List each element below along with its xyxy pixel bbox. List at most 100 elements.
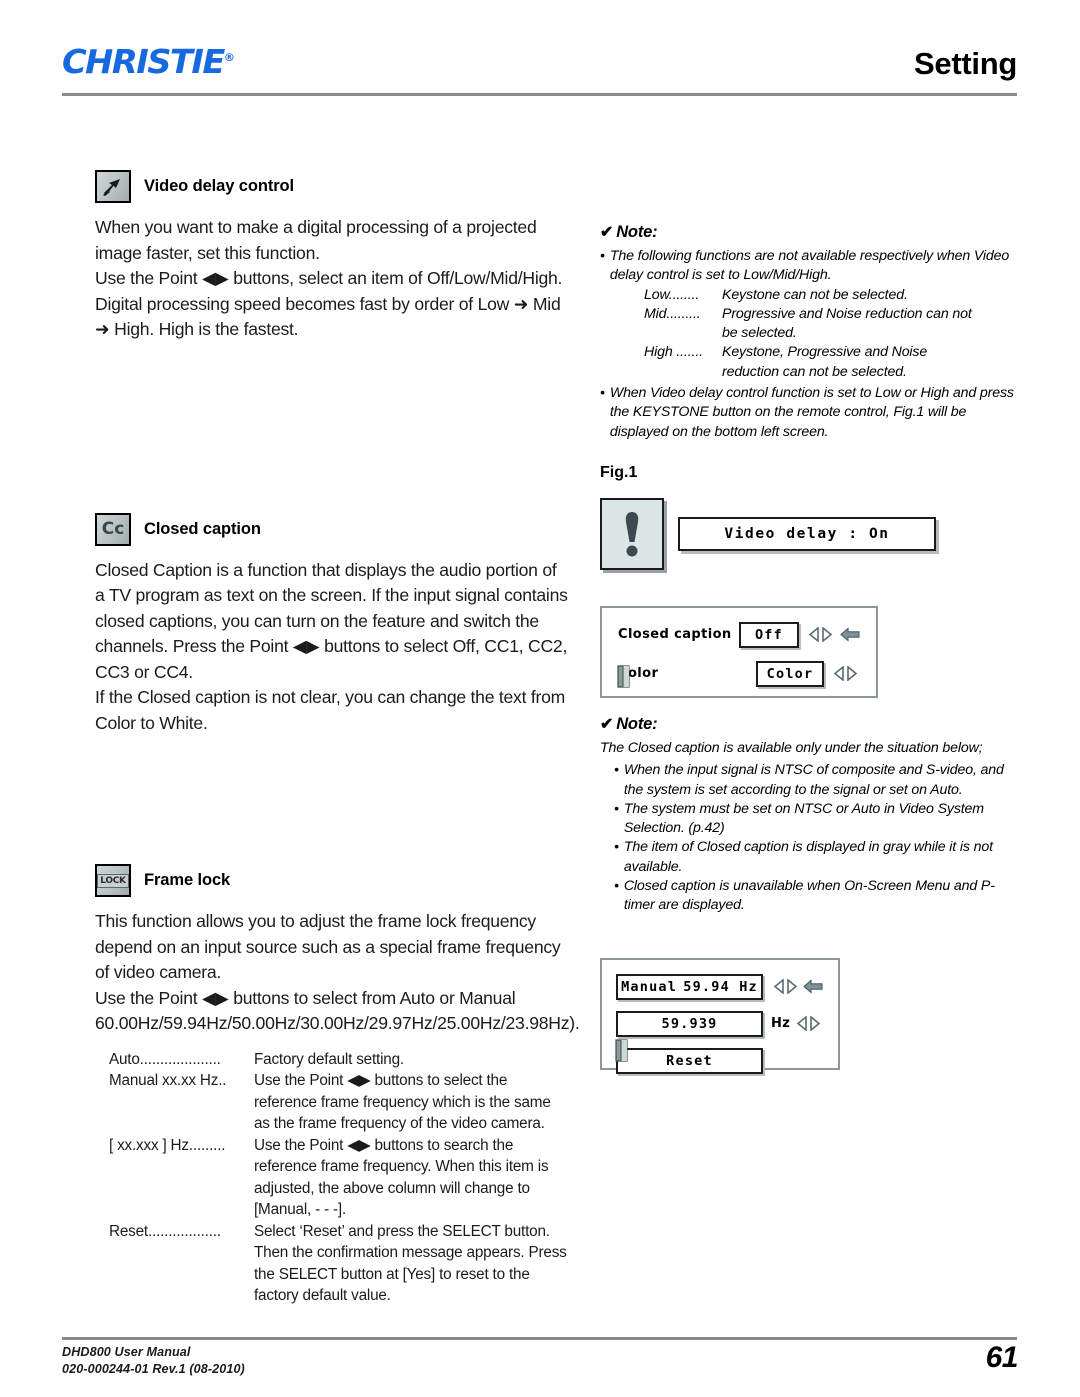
note-block-closed-caption: ✔ Note: The Closed caption is available o… — [600, 714, 1020, 916]
figure-1-content: Video delay : On — [600, 497, 1020, 570]
definition-desc: Select ‘Reset’ and press the SELECT butt… — [254, 1222, 567, 1305]
bullet-icon: • — [600, 385, 605, 402]
note-sub-key: Mid......... — [644, 305, 701, 322]
note-heading: ✔ Note: — [600, 714, 1020, 734]
paragraph: This function allows you to adjust the f… — [95, 911, 561, 982]
section-title-video-delay: Video delay control — [144, 177, 295, 195]
definition-desc: Use the Point ◀▶ buttons to select the r… — [254, 1072, 551, 1132]
back-arrow-glyph[interactable] — [840, 627, 860, 643]
note-list-item: • Closed caption is unavailable when On-… — [614, 877, 1020, 916]
back-arrow-icon[interactable] — [803, 979, 823, 994]
note-title-text: Note: — [616, 714, 658, 733]
note-sub-value: Progressive and Noise reduction can not — [722, 305, 972, 322]
left-right-arrows-icon[interactable] — [833, 666, 858, 682]
footer-text: DHD800 User Manual 020-000244-01 Rev.1 (… — [62, 1344, 245, 1378]
header-divider — [62, 93, 1017, 96]
term-text: Reset — [109, 1222, 148, 1240]
arrow-left-icon[interactable] — [833, 666, 845, 682]
note-list-item: • The following functions are not availa… — [600, 247, 1020, 286]
osd-reset-button[interactable]: Reset — [616, 1047, 763, 1074]
frame-lock-icon: LOCK — [95, 864, 131, 897]
osd-row-manual[interactable]: Manual 59.94 Hz — [616, 973, 824, 1000]
term-text: [ xx.xxx ] Hz — [109, 1136, 189, 1154]
note-sub-value: Keystone, Progressive and Noise — [722, 344, 928, 361]
paragraph: Digital processing speed becomes fast by… — [95, 293, 561, 340]
definition-item: Manual xx.xx Hz.. Use the Point ◀▶ butto… — [109, 1070, 570, 1135]
exclamation-icon — [600, 497, 664, 570]
book-icon[interactable] — [614, 1039, 631, 1062]
osd-label-closed-caption: Closed caption — [618, 627, 732, 643]
footer-divider — [62, 1337, 1017, 1340]
definition-desc: Factory default setting. — [254, 1050, 404, 1068]
left-column: Video delay control When you want to mak… — [95, 170, 580, 1307]
leader-dots: ......... — [188, 1136, 226, 1154]
arrow-left-icon[interactable] — [773, 979, 785, 995]
back-arrow-glyph[interactable] — [803, 979, 823, 994]
leader-dots: .. — [218, 1072, 227, 1089]
osd-value-closed-caption[interactable]: Off — [738, 621, 799, 648]
closed-caption-icon: Cc — [95, 512, 131, 546]
paragraph: Use the Point ◀▶ buttons to select from … — [95, 987, 580, 1034]
section-video-delay-control: Video delay control When you want to mak… — [95, 170, 570, 343]
note-list-item: • When Video delay control function is s… — [600, 384, 1020, 442]
left-right-arrows-icon[interactable] — [773, 979, 798, 995]
leader-dots: .................. — [147, 1222, 221, 1240]
lightning-glyph — [103, 178, 120, 196]
definition-desc: Use the Point ◀▶ buttons to search the r… — [254, 1136, 549, 1219]
arrow-right-icon[interactable] — [821, 627, 833, 643]
osd-value-frequency[interactable]: 59.939 — [616, 1010, 763, 1037]
leader-dots: .................... — [139, 1050, 221, 1068]
osd-row-color[interactable]: Color Color — [618, 660, 860, 687]
osd-value-manual-frequency[interactable]: Manual 59.94 Hz — [616, 973, 763, 1000]
section-heading: Cc Closed caption — [95, 512, 570, 546]
page-title: Setting — [914, 46, 1017, 81]
section-title-closed-caption: Closed caption — [144, 519, 261, 538]
book-glyph[interactable] — [614, 1039, 631, 1062]
frame-lock-osd-dialog[interactable]: Manual 59.94 Hz 59.939 Hz Reset — [600, 957, 840, 1074]
book-glyph[interactable] — [616, 665, 633, 688]
book-icon[interactable] — [616, 665, 633, 688]
bullet-icon: • — [614, 878, 619, 895]
manual-page: CHRISTIE® Setting Video delay control Wh… — [0, 0, 1080, 1397]
video-delay-icon — [95, 170, 131, 203]
osd-label-color: Color — [618, 666, 659, 682]
left-right-arrows-icon[interactable] — [808, 627, 833, 643]
arrow-left-icon[interactable] — [808, 627, 820, 643]
footer-line-2: 020-000244-01 Rev.1 (08-2010) — [62, 1362, 245, 1376]
note-body: The Closed caption is available only und… — [600, 739, 1020, 916]
arrow-left-icon[interactable] — [796, 1016, 808, 1032]
note-item-text: When the input signal is NTSC of composi… — [623, 762, 1004, 798]
section-closed-caption: Cc Closed caption Closed Caption is a fu… — [95, 512, 570, 737]
osd-mode-text: Manual — [621, 978, 678, 995]
check-icon: ✔ — [600, 224, 614, 241]
section-heading: LOCK Frame lock — [95, 864, 570, 897]
osd-value-color[interactable]: Color — [756, 660, 824, 687]
osd-message-box: Video delay : On — [678, 516, 936, 551]
registered-mark: ® — [223, 51, 236, 64]
arrow-right-icon[interactable] — [786, 979, 798, 995]
arrow-right-icon[interactable] — [809, 1016, 821, 1032]
page-number: 61 — [985, 1341, 1019, 1374]
closed-caption-icon-text: Cc — [101, 518, 125, 539]
note-block-video-delay: ✔ Note: • The following functions are not… — [600, 222, 1020, 442]
note-item-text: Closed caption is unavailable when On-Sc… — [623, 878, 995, 914]
right-column: ✔ Note: • The following functions are not… — [600, 222, 1020, 1074]
section-title-frame-lock: Frame lock — [144, 871, 231, 889]
back-arrow-icon[interactable] — [840, 627, 860, 643]
definition-term: Manual xx.xx Hz.. — [109, 1070, 254, 1135]
note-sub-item: High ....... Keystone, Progressive and N… — [644, 343, 1020, 362]
paragraph: When you want to make a digital processi… — [95, 217, 537, 263]
closed-caption-osd-dialog[interactable]: Closed caption Off Color Color — [600, 605, 878, 698]
osd-row-closed-caption[interactable]: Closed caption Off — [618, 621, 860, 648]
christie-logo: CHRISTIE® — [62, 42, 235, 81]
arrow-right-icon[interactable] — [846, 666, 858, 682]
osd-row-frequency[interactable]: 59.939 Hz — [616, 1010, 824, 1037]
osd-row-reset[interactable]: Reset — [616, 1047, 824, 1074]
note-sub-value: Keystone can not be selected. — [722, 286, 908, 303]
note-title-text: Note: — [616, 223, 658, 241]
left-right-arrows-icon[interactable] — [796, 1016, 821, 1032]
term-text: Manual xx.xx Hz — [109, 1072, 219, 1089]
bullet-icon: • — [600, 248, 605, 264]
definition-term: Reset.................. — [109, 1221, 254, 1307]
section-frame-lock: LOCK Frame lock This function allows you… — [95, 864, 580, 1307]
